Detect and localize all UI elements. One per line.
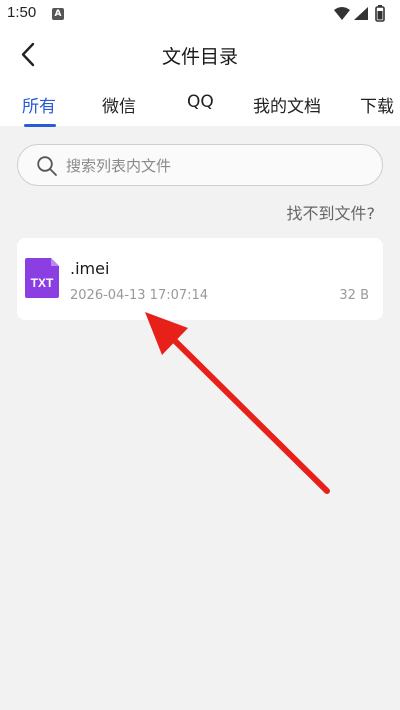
- search-icon: [37, 156, 57, 176]
- file-list-item[interactable]: TXT .imei 2026-04-13 17:07:14 32 B: [17, 238, 383, 320]
- file-date: 2026-04-13 17:07:14: [70, 288, 209, 303]
- tab-my-documents[interactable]: 我的文档: [253, 92, 321, 117]
- active-tab-indicator: [24, 124, 56, 127]
- status-time: 1:50: [7, 4, 37, 21]
- file-name: .imei: [70, 259, 110, 278]
- battery-icon: [375, 5, 385, 22]
- txt-file-icon: TXT: [25, 258, 61, 298]
- wifi-icon: [334, 7, 350, 20]
- search-bar[interactable]: [17, 144, 383, 187]
- title-bar: 文件目录: [0, 28, 400, 80]
- tab-wechat[interactable]: 微信: [102, 92, 136, 117]
- cant-find-file-link[interactable]: 找不到文件?: [287, 200, 376, 224]
- search-input[interactable]: [64, 145, 368, 187]
- page-title: 文件目录: [161, 46, 238, 68]
- tab-downloads[interactable]: 下载: [360, 92, 394, 117]
- top-section: 1:50 A 文件目录 所有 微信 QQ 我的文档 下载: [0, 0, 400, 127]
- file-size: 32 B: [339, 288, 369, 303]
- tab-qq[interactable]: QQ: [187, 92, 214, 112]
- file-type-label: TXT: [30, 276, 54, 290]
- notification-icon: A: [52, 8, 64, 20]
- status-icons: [334, 5, 385, 22]
- status-bar: 1:50 A: [0, 0, 400, 28]
- signal-icon: [354, 7, 368, 20]
- tab-all[interactable]: 所有: [22, 92, 56, 117]
- tab-bar: 所有 微信 QQ 我的文档 下载: [0, 84, 400, 127]
